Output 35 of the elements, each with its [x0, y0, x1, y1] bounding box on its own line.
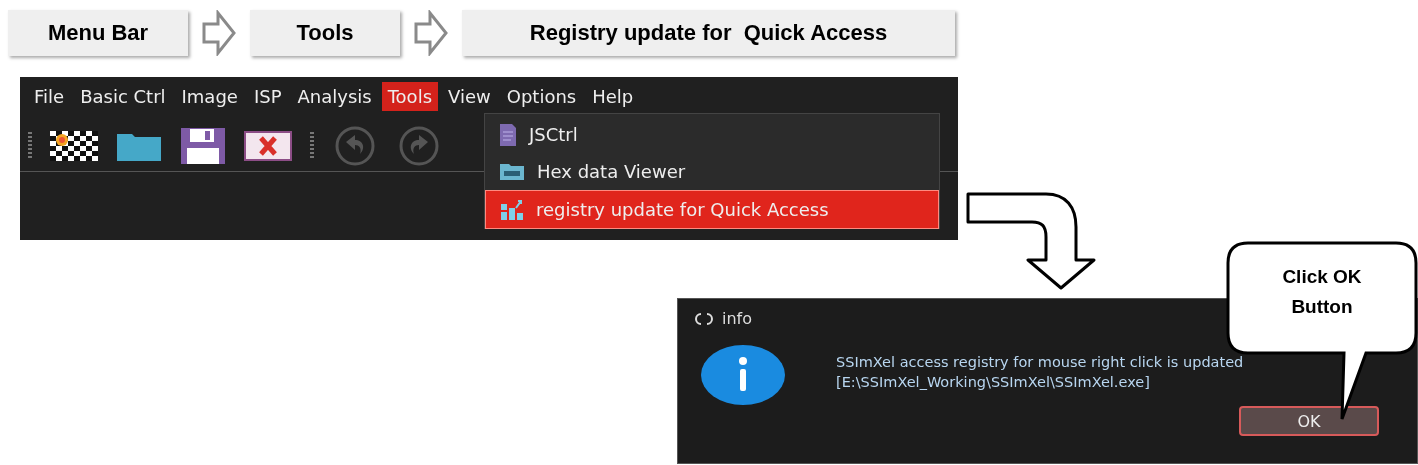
image-icon[interactable] — [50, 131, 98, 161]
option-label: registry update for Quick Access — [536, 199, 829, 220]
info-icon — [700, 344, 786, 406]
callout-text: Click OK Button — [1281, 265, 1363, 319]
save-icon[interactable] — [180, 127, 226, 165]
menu-option[interactable]: registry update for Quick Access — [485, 190, 939, 229]
delete-file-icon[interactable] — [244, 131, 292, 161]
grip-icon — [310, 132, 314, 160]
menu-item[interactable]: Tools — [381, 81, 438, 111]
step-label: Menu Bar — [8, 10, 188, 56]
menu-item[interactable]: Image — [175, 81, 244, 111]
blocks-icon — [500, 198, 524, 221]
menu-option[interactable]: JSCtrl — [485, 116, 939, 153]
menu-option[interactable]: Hex data Viewer — [485, 153, 939, 190]
menu-item[interactable]: File — [28, 81, 71, 111]
app-icon — [694, 311, 714, 326]
menu-item[interactable]: Basic Ctrl — [74, 81, 172, 111]
folder-icon — [499, 162, 525, 181]
option-label: Hex data Viewer — [537, 161, 686, 182]
step-label: Tools — [250, 10, 400, 56]
dialog-title: info — [722, 309, 752, 328]
menu-item[interactable]: View — [442, 81, 497, 111]
message-text: SSImXel access registry for mouse right click is updated — [836, 353, 1244, 372]
step-label: Registry update for Quick Access — [462, 10, 955, 56]
menu-item[interactable]: Analysis — [291, 81, 378, 111]
message-text: [E:\SSImXel_Working\SSImXel\SSImXel.exe] — [836, 373, 1151, 392]
grip-icon — [28, 132, 32, 160]
menu-item[interactable]: ISP — [247, 81, 288, 111]
arrow-icon — [414, 10, 448, 56]
option-label: JSCtrl — [529, 124, 578, 145]
document-icon — [499, 122, 517, 147]
arrow-icon — [202, 10, 236, 56]
ok-button[interactable]: OK — [1239, 406, 1379, 436]
menu-item[interactable]: Help — [586, 81, 640, 111]
menu-item[interactable]: Options — [500, 81, 583, 111]
